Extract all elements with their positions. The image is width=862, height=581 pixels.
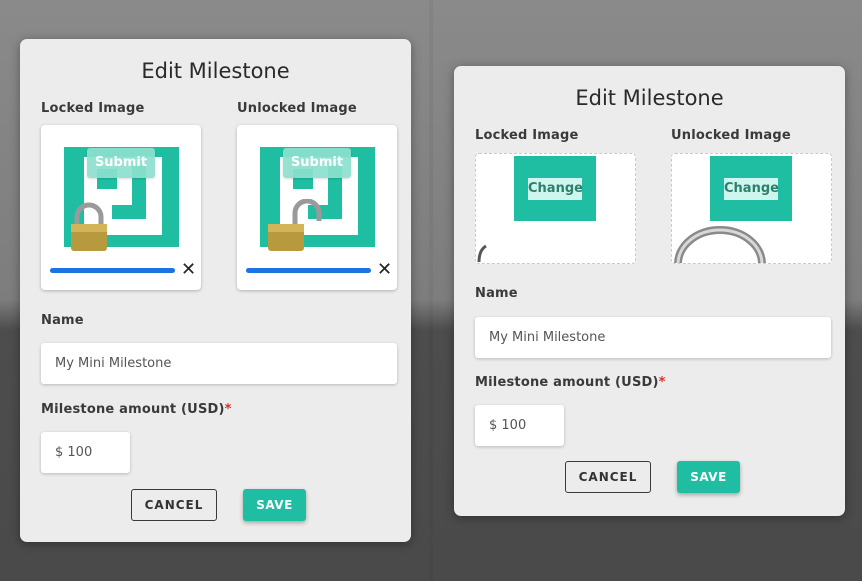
unlocked-upload-progress-track — [246, 268, 371, 273]
background-divider — [429, 0, 433, 581]
required-asterisk: * — [224, 402, 232, 417]
amount-label: Milestone amount (USD)* — [41, 402, 232, 417]
unlocked-padlock-icon — [265, 199, 327, 253]
name-label: Name — [475, 286, 518, 301]
edit-milestone-dialog-uploaded: Edit Milestone Locked Image Unlocked Ima… — [454, 66, 845, 516]
dialog-title: Edit Milestone — [141, 59, 290, 83]
required-asterisk: * — [658, 375, 666, 390]
name-label: Name — [41, 313, 84, 328]
locked-upload-progress-bar — [50, 268, 175, 273]
save-button[interactable]: SAVE — [243, 489, 306, 521]
unlocked-change-button[interactable]: Change — [724, 178, 779, 200]
locked-padlock-icon — [68, 201, 110, 253]
locked-padlock-fragment-icon — [476, 244, 488, 262]
name-input[interactable] — [41, 343, 397, 384]
unlocked-cancel-upload-icon[interactable]: ✕ — [377, 261, 392, 279]
locked-image-label: Locked Image — [475, 128, 579, 143]
locked-change-button[interactable]: Change — [528, 178, 583, 200]
locked-submit-button[interactable]: Submit — [87, 148, 155, 178]
locked-image-tile[interactable]: Change — [475, 153, 636, 264]
amount-input[interactable] — [475, 405, 564, 446]
locked-image-upload-tile[interactable]: Submit ✕ — [41, 125, 201, 290]
unlocked-shackle-icon — [672, 218, 768, 263]
locked-upload-progress-track — [50, 268, 175, 273]
locked-image-label: Locked Image — [41, 101, 145, 116]
unlocked-image-tile[interactable]: Change — [671, 153, 832, 264]
unlocked-upload-progress-bar — [246, 268, 371, 273]
amount-input[interactable] — [41, 432, 130, 473]
locked-cancel-upload-icon[interactable]: ✕ — [181, 261, 196, 279]
name-input[interactable] — [475, 317, 831, 358]
unlocked-submit-button[interactable]: Submit — [283, 148, 351, 178]
unlocked-image-upload-tile[interactable]: Submit ✕ — [237, 125, 397, 290]
cancel-button[interactable]: CANCEL — [131, 489, 217, 521]
dialog-title: Edit Milestone — [575, 86, 724, 110]
cancel-button[interactable]: CANCEL — [565, 461, 651, 493]
unlocked-image-label: Unlocked Image — [237, 101, 357, 116]
amount-label-text: Milestone amount (USD) — [41, 402, 225, 417]
amount-label: Milestone amount (USD)* — [475, 375, 666, 390]
edit-milestone-dialog-uploading: Edit Milestone Locked Image Unlocked Ima… — [20, 39, 411, 542]
unlocked-image-label: Unlocked Image — [671, 128, 791, 143]
save-button[interactable]: SAVE — [677, 461, 740, 493]
amount-label-text: Milestone amount (USD) — [475, 375, 659, 390]
